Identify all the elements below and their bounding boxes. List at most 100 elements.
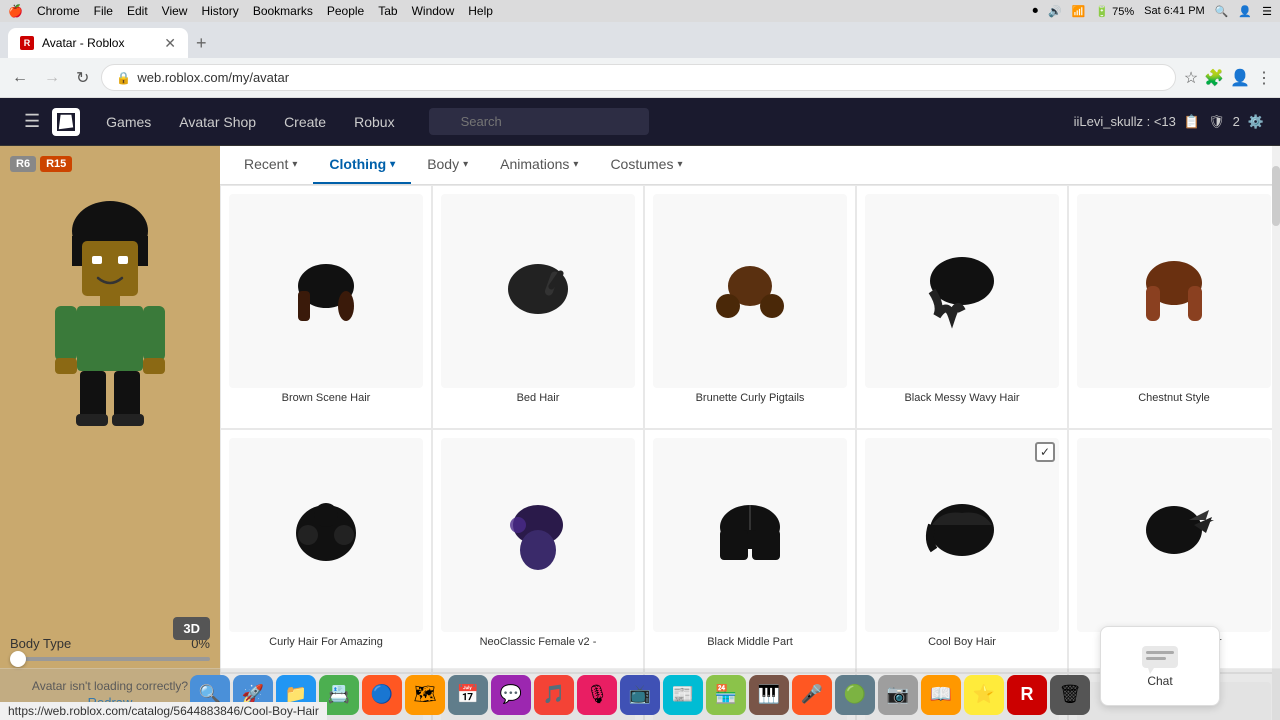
bookmarks-menu[interactable]: Bookmarks	[253, 4, 313, 18]
url-bar[interactable]: 🔒 web.roblox.com/my/avatar	[101, 64, 1175, 91]
chrome-window: R Avatar - Roblox ✕ + ← → ↻ 🔒 web.roblox…	[0, 22, 1280, 720]
tab-clothing[interactable]: Clothing ▾	[313, 146, 411, 184]
item-checkmark-8: ✓	[1035, 442, 1055, 462]
body-type-slider[interactable]	[10, 657, 210, 661]
catalog-item-8[interactable]: ✓Cool Boy Hair	[856, 429, 1068, 673]
dock-news[interactable]: 📰	[663, 675, 703, 715]
costumes-arrow: ▾	[677, 159, 682, 170]
chat-icon	[1140, 644, 1180, 674]
apple-menu[interactable]: 🍎	[8, 4, 23, 18]
catalog-item-6[interactable]: NeoClassic Female v2 -	[432, 429, 644, 673]
body-arrow: ▾	[463, 159, 468, 170]
bookmark-icon[interactable]: ☆	[1184, 68, 1198, 88]
tab-recent[interactable]: Recent ▾	[228, 146, 313, 184]
search-wrap: 🔍	[429, 108, 649, 135]
settings-icon[interactable]: ⚙️	[1248, 114, 1264, 130]
dock-chrome[interactable]: 🔵	[362, 675, 402, 715]
item-name-0: Brown Scene Hair	[229, 392, 423, 420]
file-menu[interactable]: File	[94, 4, 113, 18]
item-name-2: Brunette Curly Pigtails	[653, 392, 847, 420]
nav-links: Games Avatar Shop Create Robux	[92, 108, 408, 136]
dock-facetime[interactable]: 📷	[878, 675, 918, 715]
item-image-8: ✓	[865, 438, 1059, 632]
dock-piano[interactable]: 🎹	[749, 675, 789, 715]
help-menu[interactable]: Help	[468, 4, 493, 18]
tab-body[interactable]: Body ▾	[411, 146, 484, 184]
nav-robux[interactable]: Robux	[340, 108, 408, 136]
scrollbar-thumb[interactable]	[1272, 166, 1280, 226]
dock-maps[interactable]: 🗺	[405, 675, 445, 715]
catalog-item-0[interactable]: Brown Scene Hair	[220, 185, 432, 429]
dock-appstore[interactable]: 🏪	[706, 675, 746, 715]
roblox-logo[interactable]	[52, 108, 80, 136]
tab-animations[interactable]: Animations ▾	[484, 146, 594, 184]
profile-icon[interactable]: 👤	[1230, 68, 1250, 88]
chat-bubble[interactable]: Chat	[1100, 626, 1220, 706]
item-name-6: NeoClassic Female v2 -	[441, 636, 635, 664]
tab-costumes[interactable]: Costumes ▾	[594, 146, 698, 184]
tab-favicon: R	[20, 36, 34, 50]
history-menu[interactable]: History	[201, 4, 238, 18]
item-image-9	[1077, 438, 1271, 632]
nav-games[interactable]: Games	[92, 108, 165, 136]
browser-tab[interactable]: R Avatar - Roblox ✕	[8, 28, 188, 58]
dock-dictionary[interactable]: 📖	[921, 675, 961, 715]
catalog-item-4[interactable]: Chestnut Style	[1068, 185, 1280, 429]
chrome-menu[interactable]: Chrome	[37, 4, 80, 18]
catalog-item-5[interactable]: Curly Hair For Amazing	[220, 429, 432, 673]
catalog-panel-wrap: Recent ▾ Clothing ▾ Body ▾ Animations	[220, 146, 1280, 720]
dock-spotify[interactable]: 🟢	[835, 675, 875, 715]
nav-avatar-shop[interactable]: Avatar Shop	[165, 108, 270, 136]
tab-menu[interactable]: Tab	[378, 4, 397, 18]
control-center-icon[interactable]: ☰	[1262, 5, 1272, 18]
search-input[interactable]	[429, 108, 649, 135]
nav-create[interactable]: Create	[270, 108, 340, 136]
dock-trash[interactable]: 🗑	[1050, 675, 1090, 715]
dock-music[interactable]: 🎵	[534, 675, 574, 715]
view-3d-button[interactable]: 3D	[173, 617, 210, 640]
spotlight-icon[interactable]: 🔍	[1215, 5, 1229, 18]
back-button[interactable]: ←	[8, 65, 32, 91]
avatar-svg	[30, 186, 190, 426]
people-menu[interactable]: People	[327, 4, 364, 18]
item-image-6	[441, 438, 635, 632]
edit-menu[interactable]: Edit	[127, 4, 148, 18]
user-icon[interactable]: 👤	[1238, 5, 1252, 18]
address-bar: ← → ↻ 🔒 web.roblox.com/my/avatar ☆ 🧩 👤 ⋮	[0, 58, 1280, 98]
forward-button[interactable]: →	[40, 65, 64, 91]
dock-podcasts[interactable]: 🎙	[577, 675, 617, 715]
catalog-item-2[interactable]: Brunette Curly Pigtails	[644, 185, 856, 429]
dock-messages[interactable]: 💬	[491, 675, 531, 715]
dock-calendar[interactable]: 📅	[448, 675, 488, 715]
item-image-3	[865, 194, 1059, 388]
item-name-1: Bed Hair	[441, 392, 635, 420]
dock-tv[interactable]: 📺	[620, 675, 660, 715]
reload-button[interactable]: ↻	[72, 64, 93, 92]
new-tab-button[interactable]: +	[192, 29, 211, 58]
status-url: https://web.roblox.com/catalog/564488384…	[8, 704, 319, 718]
user-area: iiLevi_skullz : <13 📋 🛡 2 ⚙️	[1058, 114, 1264, 130]
shield-icon[interactable]: 🛡	[1208, 114, 1225, 130]
window-menu[interactable]: Window	[412, 4, 455, 18]
url-status-bar: https://web.roblox.com/catalog/564488384…	[0, 702, 327, 720]
scrollbar-track[interactable]	[1272, 146, 1280, 720]
dock-istar[interactable]: ⭐	[964, 675, 1004, 715]
catalog-item-1[interactable]: Bed Hair	[432, 185, 644, 429]
r15-badge[interactable]: R15	[40, 156, 72, 172]
hamburger-icon[interactable]: ☰	[16, 107, 48, 136]
wifi-icon: 📶	[1072, 5, 1086, 18]
r6-badge[interactable]: R6	[10, 156, 36, 172]
view-menu[interactable]: View	[162, 4, 188, 18]
dock-band[interactable]: 🎤	[792, 675, 832, 715]
slider-thumb	[10, 651, 26, 667]
clock: Sat 6:41 PM	[1144, 5, 1205, 18]
catalog-item-7[interactable]: Black Middle Part	[644, 429, 856, 673]
extensions-icon[interactable]: 🧩	[1204, 68, 1224, 88]
close-tab-button[interactable]: ✕	[164, 35, 176, 52]
notifications-icon[interactable]: 📋	[1184, 114, 1200, 130]
catalog-item-3[interactable]: Black Messy Wavy Hair	[856, 185, 1068, 429]
dock-roblox[interactable]: R	[1007, 675, 1047, 715]
robux-count: 2	[1233, 114, 1240, 129]
item-image-4	[1077, 194, 1271, 388]
menu-icon[interactable]: ⋮	[1256, 68, 1272, 88]
